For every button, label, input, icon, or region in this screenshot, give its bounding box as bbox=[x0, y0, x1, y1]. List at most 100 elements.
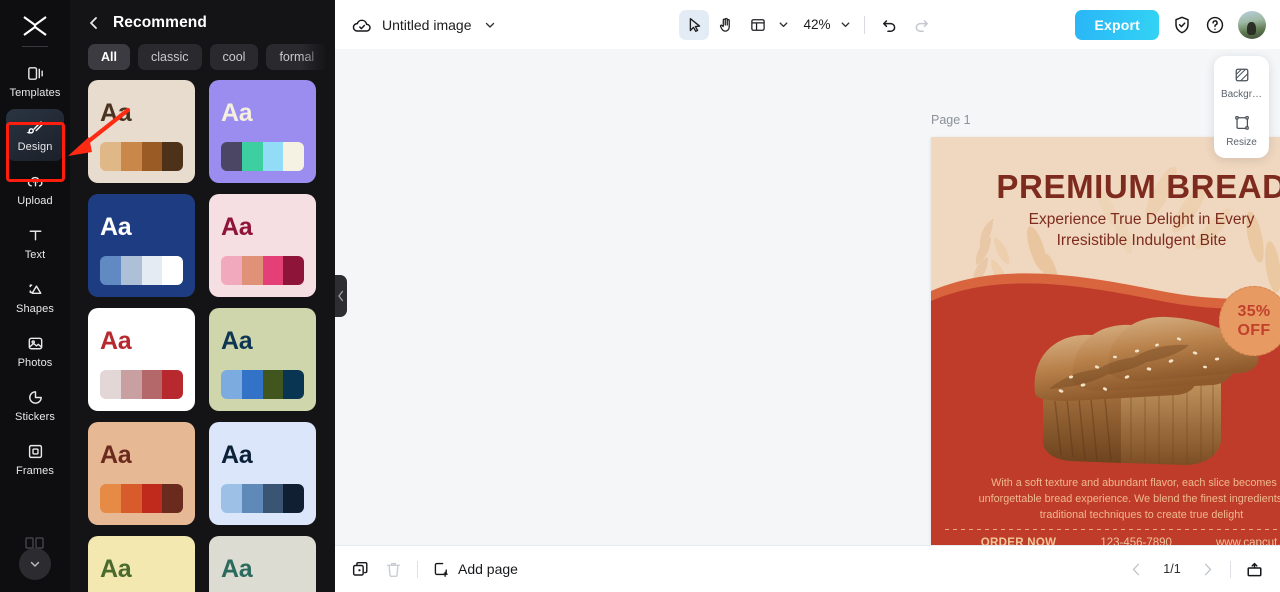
panel-collapse-handle[interactable] bbox=[335, 275, 347, 317]
document-title-chevron-down-icon[interactable] bbox=[481, 16, 499, 34]
toolbar-left: Untitled image bbox=[351, 14, 499, 36]
poster-divider bbox=[945, 529, 1280, 530]
font-palette-card[interactable]: Aa bbox=[88, 80, 195, 183]
poster-artboard[interactable]: PREMIUM BREAD Experience True Delight in… bbox=[931, 137, 1280, 545]
background-tool-button[interactable]: Backgr… bbox=[1216, 66, 1268, 100]
font-palette-card[interactable]: Aa bbox=[88, 536, 195, 592]
user-avatar[interactable] bbox=[1238, 10, 1266, 39]
undo-arrow-icon[interactable] bbox=[875, 10, 905, 40]
sidebar-item-photos[interactable]: Photos bbox=[6, 325, 64, 377]
font-palette-card[interactable]: Aa bbox=[209, 80, 316, 183]
shield-check-icon[interactable] bbox=[1172, 15, 1192, 35]
sidebar-item-label: Templates bbox=[9, 86, 61, 99]
card-swatches bbox=[100, 142, 183, 171]
poster-subtitle[interactable]: Experience True Delight in Every Irresis… bbox=[931, 209, 1280, 251]
sidebar-item-frames[interactable]: Frames bbox=[6, 433, 64, 485]
page-counter: 1/1 bbox=[1163, 562, 1181, 576]
export-button[interactable]: Export bbox=[1075, 9, 1159, 40]
card-sample-text: Aa bbox=[221, 441, 253, 469]
bottom-bar-right: 1/1 bbox=[1128, 560, 1264, 579]
sidebar-expand-more-button[interactable] bbox=[19, 548, 51, 580]
recommend-panel: Recommend All classic cool formal Aa Aa … bbox=[70, 0, 335, 592]
sidebar-item-upload[interactable]: Upload bbox=[6, 163, 64, 215]
sidebar-item-label: Frames bbox=[16, 464, 54, 477]
zoom-chevron-down-icon[interactable] bbox=[837, 16, 854, 33]
layout-chevron-down-icon[interactable] bbox=[774, 16, 791, 33]
canvas-area[interactable]: Page 1 ••• bbox=[335, 49, 1280, 545]
card-swatches bbox=[100, 370, 183, 399]
frames-icon bbox=[26, 442, 45, 462]
toolbar-right: Export bbox=[1075, 9, 1266, 40]
card-sample-text: Aa bbox=[221, 99, 253, 127]
bottom-bar-divider bbox=[417, 560, 418, 578]
presentation-grid-icon[interactable] bbox=[1245, 560, 1264, 579]
poster-subtitle-line2: Irresistible Indulgent Bite bbox=[1056, 232, 1227, 249]
font-palette-card[interactable]: Aa bbox=[88, 194, 195, 297]
poster-footer: ORDER NOW 123-456-7890 www.capcut.com bbox=[931, 537, 1280, 545]
card-swatches bbox=[221, 256, 304, 285]
question-circle-icon[interactable] bbox=[1205, 15, 1225, 35]
layout-panel-icon[interactable] bbox=[742, 10, 772, 40]
redo-arrow-icon bbox=[907, 10, 937, 40]
card-sample-text: Aa bbox=[100, 441, 132, 469]
zoom-level-value[interactable]: 42% bbox=[793, 17, 834, 32]
card-swatches bbox=[100, 484, 183, 513]
font-palette-card[interactable]: Aa bbox=[88, 308, 195, 411]
resize-icon bbox=[1233, 114, 1251, 132]
discount-badge[interactable]: 35% OFF bbox=[1219, 286, 1280, 356]
poster-cta[interactable]: ORDER NOW bbox=[981, 537, 1057, 545]
font-palette-card-grid: Aa Aa Aa Aa Aa Aa Aa Aa Aa Aa bbox=[70, 80, 335, 592]
font-palette-card[interactable]: Aa bbox=[88, 422, 195, 525]
toolbar-divider bbox=[863, 15, 865, 34]
card-sample-text: Aa bbox=[221, 327, 253, 355]
templates-icon bbox=[26, 64, 45, 84]
font-palette-card[interactable]: Aa bbox=[209, 308, 316, 411]
badge-percent: 35% bbox=[1237, 303, 1271, 320]
poster-website[interactable]: www.capcut.com bbox=[1216, 537, 1280, 545]
sidebar-item-text[interactable]: Text bbox=[6, 217, 64, 269]
top-toolbar: Untitled image 42% Export bbox=[335, 0, 1280, 49]
card-sample-text: Aa bbox=[221, 213, 253, 241]
poster-subtitle-line1: Experience True Delight in Every bbox=[1028, 211, 1255, 228]
filter-chip-row: All classic cool formal bbox=[70, 38, 335, 80]
font-palette-card[interactable]: Aa bbox=[209, 536, 316, 592]
capcut-logo-icon[interactable] bbox=[15, 10, 55, 42]
main-area: Untitled image 42% Export Page 1 PREMIUM… bbox=[335, 0, 1280, 592]
resize-tool-label: Resize bbox=[1226, 137, 1257, 148]
canvas-tools-panel: Backgr… Resize bbox=[1214, 56, 1269, 158]
design-brush-icon bbox=[26, 118, 45, 138]
background-tool-label: Backgr… bbox=[1220, 89, 1263, 100]
hand-icon[interactable] bbox=[710, 10, 740, 40]
panel-title: Recommend bbox=[113, 14, 207, 31]
sidebar-item-stickers[interactable]: Stickers bbox=[6, 379, 64, 431]
filter-chip-classic[interactable]: classic bbox=[137, 44, 202, 70]
stickers-icon bbox=[26, 388, 45, 408]
background-icon bbox=[1233, 66, 1251, 84]
poster-body-text[interactable]: With a soft texture and abundant flavor,… bbox=[961, 475, 1280, 523]
cursor-arrow-icon[interactable] bbox=[678, 9, 709, 40]
poster-phone[interactable]: 123-456-7890 bbox=[1100, 537, 1172, 545]
sidebar-item-templates[interactable]: Templates bbox=[6, 55, 64, 107]
document-title[interactable]: Untitled image bbox=[382, 17, 472, 33]
card-sample-text: Aa bbox=[100, 327, 132, 355]
poster-title[interactable]: PREMIUM BREAD bbox=[931, 169, 1280, 205]
left-sidebar: Templates Design Upload Text Shapes Phot… bbox=[0, 0, 70, 592]
panel-back-button[interactable] bbox=[86, 15, 102, 31]
filter-chip-cool[interactable]: cool bbox=[209, 44, 259, 70]
trash-icon bbox=[384, 560, 403, 579]
sidebar-item-design[interactable]: Design bbox=[6, 109, 64, 161]
upload-cloud-icon bbox=[26, 172, 45, 192]
add-page-button[interactable]: Add page bbox=[432, 560, 518, 578]
sidebar-item-label: Text bbox=[24, 248, 46, 261]
resize-tool-button[interactable]: Resize bbox=[1216, 114, 1268, 148]
text-t-icon bbox=[26, 226, 45, 246]
sidebar-item-label: Shapes bbox=[16, 302, 54, 315]
filter-chip-formal[interactable]: formal bbox=[266, 44, 328, 70]
font-palette-card[interactable]: Aa bbox=[209, 194, 316, 297]
sidebar-item-shapes[interactable]: Shapes bbox=[6, 271, 64, 323]
filter-chip-all[interactable]: All bbox=[88, 44, 130, 70]
duplicate-icon[interactable] bbox=[351, 560, 370, 579]
sidebar-divider bbox=[22, 46, 48, 47]
cloud-saved-icon[interactable] bbox=[351, 14, 373, 36]
font-palette-card[interactable]: Aa bbox=[209, 422, 316, 525]
